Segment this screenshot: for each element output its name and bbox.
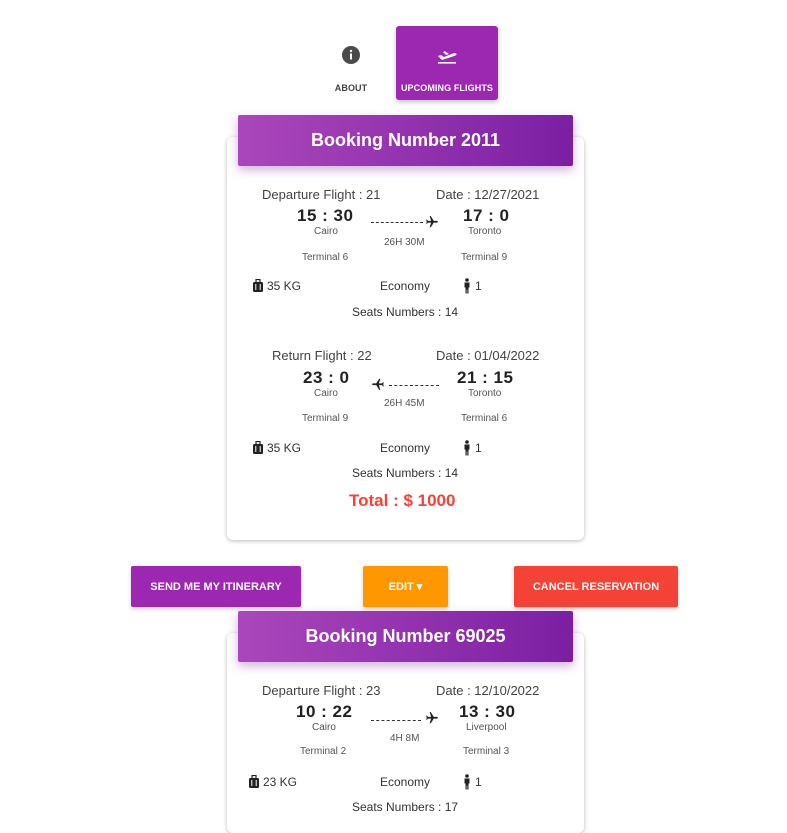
luggage-icon [252, 441, 264, 455]
arrival-terminal: Terminal 6 [461, 413, 508, 424]
route-line [371, 222, 423, 223]
passenger-count: 1 [475, 441, 482, 455]
booking-title: Booking Number 69025 [305, 626, 506, 646]
passenger-count: 1 [475, 279, 482, 293]
baggage-weight: 35 KG [267, 279, 302, 293]
luggage-icon [248, 775, 260, 789]
cancel-reservation-button[interactable]: CANCEL RESERVATION [514, 566, 678, 607]
tab-upcoming-flights-label: UPCOMING FLIGHTS [400, 83, 494, 93]
booking-total: Total : $ 1000 [349, 491, 456, 510]
departure-city: Cairo [312, 722, 336, 733]
arrival-city: Toronto [468, 388, 502, 399]
arrival-time: 21 : 15 [457, 368, 514, 387]
flight-duration: 4H 8M [390, 733, 420, 744]
booking-header: Booking Number 69025 [238, 611, 573, 662]
passenger-count: 1 [475, 775, 482, 789]
arrival-city: Toronto [468, 226, 502, 237]
plane-right-icon [425, 215, 439, 229]
edit-label: EDIT ▾ [388, 581, 423, 593]
tab-about-label: ABOUT [334, 83, 368, 93]
departure-city: Cairo [314, 226, 338, 237]
arrival-city: Liverpool [466, 722, 507, 733]
flight-number: Departure Flight : 21 [262, 187, 381, 202]
edit-dropdown-button[interactable]: EDIT ▾ [363, 566, 448, 607]
departure-time: 10 : 22 [296, 702, 353, 721]
seat-numbers: Seats Numbers : 14 [352, 466, 459, 480]
person-icon [463, 774, 471, 790]
arrival-terminal: Terminal 3 [463, 746, 510, 757]
flight-date: Date : 01/04/2022 [436, 348, 540, 363]
info-icon [321, 45, 381, 65]
departure-terminal: Terminal 6 [302, 252, 349, 263]
flight-date: Date : 12/10/2022 [436, 683, 540, 698]
plane-right-icon [425, 711, 439, 725]
plane-left-icon [371, 377, 385, 391]
person-icon [463, 278, 471, 294]
booking-header: Booking Number 2011 [238, 115, 573, 166]
seat-numbers: Seats Numbers : 14 [352, 305, 459, 319]
arrival-time: 17 : 0 [463, 206, 510, 225]
departure-terminal: Terminal 9 [302, 413, 349, 424]
cancel-reservation-label: CANCEL RESERVATION [532, 580, 660, 593]
person-icon [463, 440, 471, 456]
arrival-time: 13 : 30 [459, 702, 516, 721]
tab-about[interactable]: ABOUT [321, 26, 381, 100]
cabin-class: Economy [380, 279, 431, 293]
arrival-terminal: Terminal 9 [461, 252, 508, 263]
flight-duration: 26H 45M [384, 398, 425, 409]
flight-duration: 26H 30M [384, 237, 425, 248]
flight-number: Departure Flight : 23 [262, 683, 381, 698]
flight-takeoff-icon [396, 45, 498, 65]
baggage-weight: 35 KG [267, 441, 302, 455]
route-line [371, 720, 421, 721]
flight-number: Return Flight : 22 [272, 348, 372, 363]
departure-time: 23 : 0 [303, 368, 350, 387]
baggage-weight: 23 KG [263, 775, 298, 789]
booking-title: Booking Number 2011 [310, 130, 501, 150]
departure-terminal: Terminal 2 [300, 746, 347, 757]
luggage-icon [252, 279, 264, 293]
tab-upcoming-flights[interactable]: UPCOMING FLIGHTS [396, 26, 498, 100]
cabin-class: Economy [380, 775, 431, 789]
departure-city: Cairo [314, 388, 338, 399]
send-itinerary-button[interactable]: SEND ME MY ITINERARY [131, 566, 301, 607]
cabin-class: Economy [380, 441, 431, 455]
send-itinerary-label: SEND ME MY ITINERARY [150, 580, 282, 593]
seat-numbers: Seats Numbers : 17 [352, 800, 459, 814]
route-line [389, 385, 439, 386]
flight-date: Date : 12/27/2021 [436, 187, 540, 202]
departure-time: 15 : 30 [297, 206, 354, 225]
